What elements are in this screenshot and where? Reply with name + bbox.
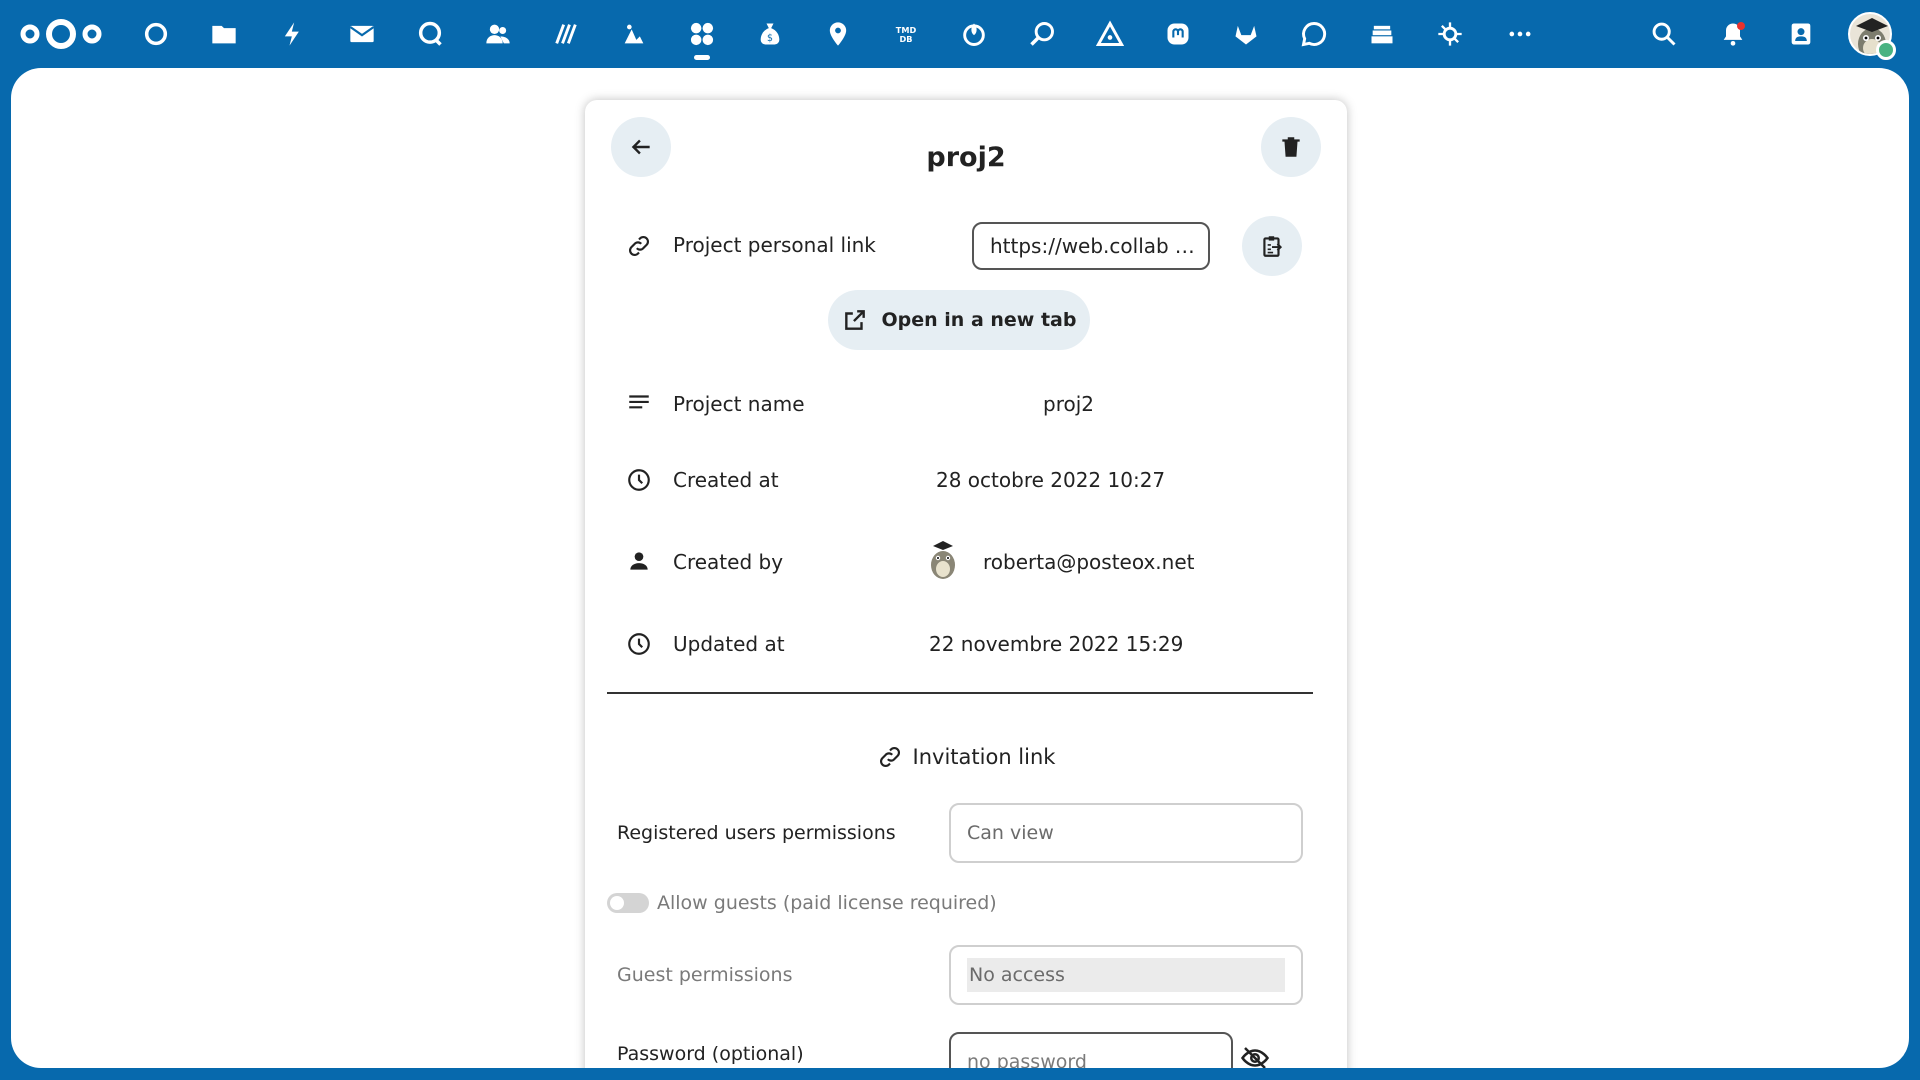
allow-guests-toggle[interactable] (607, 893, 649, 913)
person-icon (625, 547, 653, 575)
deck-icon[interactable] (954, 14, 994, 54)
tmdb-icon[interactable]: TMD DB (886, 14, 926, 54)
more-apps-icon[interactable] (1500, 14, 1540, 54)
password-input[interactable]: no password (949, 1032, 1233, 1068)
personal-link-label: Project personal link (673, 233, 876, 257)
page-title: proj2 (926, 142, 1006, 173)
online-status-indicator (1876, 40, 1896, 60)
created-at-label: Created at (673, 468, 779, 492)
toggle-knob (610, 896, 624, 910)
guest-permissions-value: No access (969, 964, 1065, 986)
mail-icon[interactable] (342, 14, 382, 54)
registered-permissions-value: Can view (967, 822, 1054, 844)
budget-icon[interactable]: $ (750, 14, 790, 54)
text-lines-icon (625, 389, 653, 417)
project-name-value: proj2 (1043, 392, 1094, 416)
top-bar: $ TMD DB (0, 0, 1920, 68)
link-icon (879, 747, 900, 767)
contacts-icon[interactable] (478, 14, 518, 54)
notification-badge (1737, 22, 1745, 30)
drive-icon[interactable] (1090, 14, 1130, 54)
invitation-link-title: Invitation link (912, 745, 1056, 769)
chat-icon[interactable] (1294, 14, 1334, 54)
files-icon[interactable] (204, 14, 244, 54)
openproject-icon[interactable] (1430, 14, 1470, 54)
contacts-menu-icon[interactable] (1781, 14, 1821, 54)
password-label: Password (optional) (617, 1043, 804, 1065)
notifications-bell-icon[interactable] (1713, 14, 1753, 54)
registered-permissions-select[interactable]: Can view (949, 803, 1303, 863)
clock-icon (625, 630, 653, 658)
integration-icon[interactable] (682, 14, 722, 60)
password-placeholder: no password (967, 1051, 1087, 1068)
creator-avatar (931, 541, 955, 579)
svg-text:$: $ (767, 33, 773, 44)
activity-icon[interactable] (273, 14, 313, 54)
project-details-card: proj2 Project personal link https://web.… (585, 100, 1347, 1068)
nextcloud-logo[interactable] (18, 16, 104, 52)
clock-icon (625, 466, 653, 494)
registered-permissions-label: Registered users permissions (617, 822, 896, 844)
delete-button[interactable] (1261, 117, 1321, 177)
created-by-value: roberta@posteox.net (983, 550, 1195, 574)
main-content: proj2 Project personal link https://web.… (11, 68, 1909, 1068)
eye-off-icon[interactable] (1239, 1042, 1271, 1068)
created-by-label: Created by (673, 550, 784, 574)
project-name-label: Project name (673, 392, 805, 416)
updated-at-label: Updated at (673, 632, 785, 656)
guest-permissions-select[interactable]: No access (949, 945, 1303, 1005)
allow-guests-label: Allow guests (paid license required) (657, 892, 997, 914)
gitlab-icon[interactable] (1226, 14, 1266, 54)
link-icon (625, 232, 653, 260)
mastodon-icon[interactable] (1158, 14, 1198, 54)
stack-icon[interactable] (1362, 14, 1402, 54)
invitation-link-heading: Invitation link (585, 744, 1347, 770)
cospend-icon[interactable] (614, 14, 654, 54)
created-at-value: 28 octobre 2022 10:27 (936, 468, 1166, 492)
active-indicator (694, 55, 710, 60)
updated-at-value: 22 novembre 2022 15:29 (929, 632, 1184, 656)
personal-link-value: https://web.collab (990, 234, 1169, 258)
personal-link-field[interactable]: https://web.collab … (972, 222, 1210, 270)
trash-icon (1282, 137, 1300, 157)
maps-icon[interactable] (818, 14, 858, 54)
open-new-tab-label: Open in a new tab (881, 309, 1077, 331)
open-new-tab-button[interactable]: Open in a new tab (828, 290, 1090, 350)
talk-icon[interactable] (410, 14, 450, 54)
dashboard-icon[interactable] (136, 14, 176, 54)
notes-icon[interactable] (546, 14, 586, 54)
guest-permissions-label: Guest permissions (617, 964, 793, 986)
section-divider (607, 692, 1313, 694)
clipboard-icon (1263, 236, 1283, 257)
external-link-icon (844, 310, 865, 330)
search-apps-icon[interactable] (1022, 14, 1062, 54)
copy-link-button[interactable] (1242, 216, 1302, 276)
search-icon[interactable] (1644, 14, 1684, 54)
personal-link-ellipsis: … (1174, 234, 1195, 258)
svg-text:DB: DB (900, 34, 913, 44)
